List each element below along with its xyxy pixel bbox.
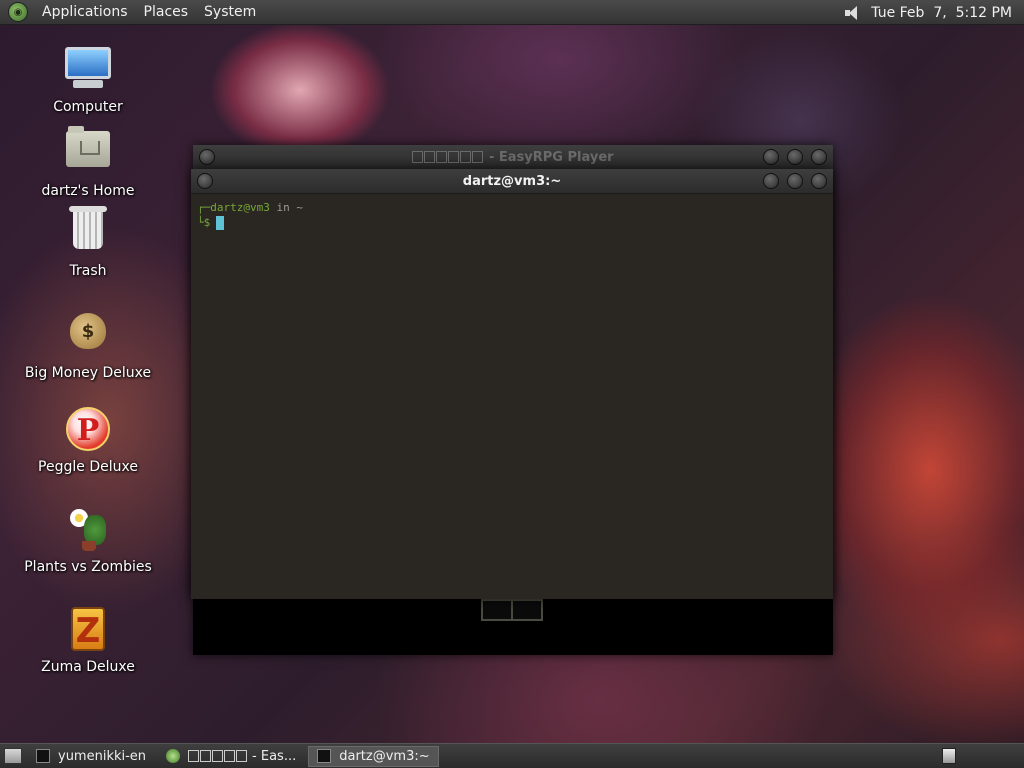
maximize-button[interactable] [787,149,803,165]
desktop-icon-trash[interactable]: Trash [18,205,158,279]
desktop-icon-label: Big Money Deluxe [24,365,152,381]
menu-applications[interactable]: Applications [34,0,136,25]
terminal-window[interactable]: dartz@vm3:~ ┌─dartz@vm3 in ~ └$ [191,169,833,599]
clock[interactable]: Tue Feb 7, 5:12 PM [871,5,1012,21]
home-folder-icon [64,126,112,179]
taskbar-item-label: yumenikki-en [58,748,147,764]
menu-system[interactable]: System [196,0,264,25]
easyrpg-titlebar[interactable]: - EasyRPG Player [193,145,833,170]
desktop-icon-home[interactable]: dartz's Home [18,125,158,199]
taskbar-item-yumenikki[interactable]: yumenikki-en [28,746,154,767]
taskbar-item-easyrpg[interactable]: - Eas... [158,746,304,767]
peggle-icon: P [64,407,112,455]
prompt-symbol: $ [203,216,211,229]
desktop-icon-label: Trash [69,263,107,279]
window-menu-button[interactable] [199,149,215,165]
taskbar-item-label: dartz@vm3:~ [339,748,430,764]
terminal-icon [317,749,332,763]
desktop-icon-label: Computer [53,99,123,115]
desktop-icon-zuma[interactable]: Z Zuma Deluxe [18,605,158,675]
menu-places[interactable]: Places [136,0,197,25]
desktop-icon-label: Plants vs Zombies [24,559,152,575]
prompt-input-line[interactable]: └$ [197,215,827,230]
bottom-panel: yumenikki-en - Eas... dartz@vm3:~ [0,743,1024,768]
terminal-titlebar[interactable]: dartz@vm3:~ [191,169,833,194]
desktop-icon-peggle[interactable]: P Peggle Deluxe [18,405,158,475]
show-desktop-icon[interactable] [4,748,22,764]
volume-icon[interactable] [843,5,861,21]
close-button[interactable] [811,173,827,189]
easyrpg-icon [166,749,181,763]
top-panel: ◉ Applications Places System Tue Feb 7, … [0,0,1024,25]
prompt-line: ┌─dartz@vm3 in ~ [197,201,303,214]
desktop-icon-big-money[interactable]: $ Big Money Deluxe [18,305,158,381]
computer-icon [64,47,112,95]
close-button[interactable] [811,149,827,165]
game-canvas[interactable] [193,599,833,655]
taskbar-item-terminal[interactable]: dartz@vm3:~ [308,745,439,767]
plants-vs-zombies-icon [64,507,112,555]
desktop-icon-label: Zuma Deluxe [41,659,135,675]
desktop-icon-label: Peggle Deluxe [38,459,138,475]
prompt-dir: in ~ [276,201,303,214]
desktop-icon-plants-vs-zombies[interactable]: Plants vs Zombies [18,505,158,575]
terminal-icon [36,749,50,763]
prompt-user: dartz@vm3 [210,201,270,214]
minimize-button[interactable] [763,173,779,189]
desktop-icon-computer[interactable]: Computer [18,45,158,115]
distro-logo-icon[interactable]: ◉ [8,2,28,22]
desktop-icon-label: dartz's Home [41,183,135,199]
easyrpg-title: - EasyRPG Player [412,150,614,165]
workspace-switcher-icon[interactable] [942,748,956,764]
money-bag-icon: $ [64,313,112,361]
terminal-title: dartz@vm3:~ [462,173,562,189]
window-menu-button[interactable] [197,173,213,189]
text-cursor [216,216,225,230]
terminal-output[interactable]: ┌─dartz@vm3 in ~ └$ [191,194,833,236]
maximize-button[interactable] [787,173,803,189]
zuma-icon: Z [64,607,112,655]
taskbar-item-label: - Eas... [252,748,297,764]
game-ui-box [481,599,543,621]
minimize-button[interactable] [763,149,779,165]
trash-icon [64,206,112,259]
